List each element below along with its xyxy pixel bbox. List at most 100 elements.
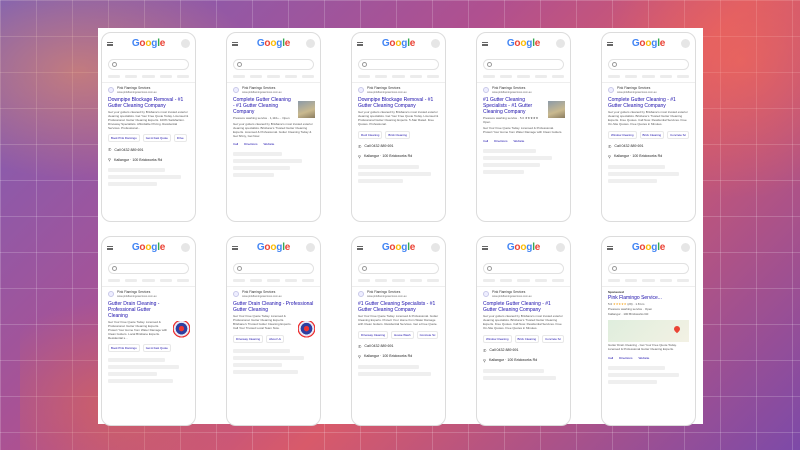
avatar[interactable] xyxy=(306,243,315,252)
ad-source-url[interactable]: www.pinkflamingoservices.com.au xyxy=(367,295,407,298)
ad-source-url[interactable]: www.pinkflamingoservices.com.au xyxy=(492,295,532,298)
local-business-name[interactable]: Pink Flamingo Service... xyxy=(602,294,695,301)
sitelink[interactable]: Driveway Cleaning xyxy=(233,334,264,343)
favicon-icon xyxy=(358,87,364,94)
website-button[interactable]: Website xyxy=(639,356,650,360)
ad-title[interactable]: Gutter Drain Cleaning - Professional Gut… xyxy=(108,301,168,319)
ad-source-url[interactable]: www.pinkflamingoservices.com.au xyxy=(617,91,657,94)
call-extension[interactable]: ✆ Call 0432 889 691 xyxy=(102,147,195,152)
ad-image[interactable] xyxy=(548,101,565,118)
search-input[interactable] xyxy=(483,59,564,70)
search-input[interactable] xyxy=(358,59,439,70)
ad-logo-image[interactable] xyxy=(173,321,190,338)
avatar[interactable] xyxy=(181,39,190,48)
search-input[interactable] xyxy=(108,263,189,274)
sitelink[interactable]: Brick Cleaning xyxy=(514,334,540,343)
sitelink[interactable]: Get A Fast Quote xyxy=(142,344,171,353)
sitelink[interactable]: Concrete Sc xyxy=(542,334,565,343)
ad-description: Get Your Free Quote Today. Licensed & Pr… xyxy=(233,313,292,330)
search-tabs xyxy=(358,279,440,282)
search-input[interactable] xyxy=(608,263,689,274)
directions-button[interactable]: Directions xyxy=(494,139,507,143)
ad-title[interactable]: Downpipe Blockage Removal - #1 Gutter Cl… xyxy=(358,97,439,109)
sitelink[interactable]: About Us xyxy=(266,334,284,343)
avatar[interactable] xyxy=(681,243,690,252)
map-thumbnail[interactable] xyxy=(608,320,689,342)
sponsored-label: Sponsored xyxy=(608,290,624,294)
search-tabs xyxy=(108,75,190,78)
sitelink[interactable]: Window Cleaning xyxy=(483,334,512,343)
website-button[interactable]: Website xyxy=(264,142,275,146)
placeholder-results xyxy=(602,360,695,384)
search-icon xyxy=(112,62,117,67)
avatar[interactable] xyxy=(556,39,565,48)
search-tabs xyxy=(608,279,690,282)
sitelink[interactable]: Window Cleaning xyxy=(608,130,637,139)
ad-source-url[interactable]: www.pinkflamingoservices.com.au xyxy=(117,295,157,298)
search-input[interactable] xyxy=(233,59,314,70)
ad-logo-image[interactable] xyxy=(298,321,315,338)
sitelink[interactable]: Driveway Cleaning xyxy=(358,330,389,339)
search-input[interactable] xyxy=(483,263,564,274)
directions-button[interactable]: Directions xyxy=(244,142,257,146)
favicon-icon xyxy=(233,291,239,298)
ad-source-url[interactable]: www.pinkflamingoservices.com.au xyxy=(492,91,532,94)
placeholder-results xyxy=(102,352,195,384)
ad-result: Pink Flamingo Services www.pinkflamingose… xyxy=(602,83,695,127)
ad-source-url[interactable]: www.pinkflamingoservices.com.au xyxy=(117,91,157,94)
sitelinks: Driveway Cleaning House Wash Concrete Sc xyxy=(352,330,445,339)
ad-description: Gutter Drain Cleaning - Get Your Free Qu… xyxy=(608,343,677,351)
placeholder-results xyxy=(227,146,320,178)
sitelink[interactable]: Get A Fast Quote xyxy=(142,134,171,143)
ad-description: Get your gutters cleaned by Brisbane's m… xyxy=(358,109,439,126)
avatar[interactable] xyxy=(681,39,690,48)
call-extension[interactable]: ✆ Call 0432 889 691 xyxy=(602,144,695,149)
sitelink[interactable]: Concrete Sc xyxy=(416,330,439,339)
ad-image[interactable] xyxy=(298,101,315,118)
favicon-icon xyxy=(483,291,489,298)
avatar[interactable] xyxy=(306,39,315,48)
call-button[interactable]: Call xyxy=(483,139,488,143)
sitelinks: Roof Cleaning Brick Cleaning xyxy=(352,130,445,139)
avatar[interactable] xyxy=(556,243,565,252)
call-button[interactable]: Call xyxy=(233,142,238,146)
sitelink[interactable]: Roof Cleaning xyxy=(358,130,383,139)
ad-title[interactable]: #1 Gutter Cleaning Specialists - #1 Gutt… xyxy=(483,97,543,115)
website-button[interactable]: Website xyxy=(514,139,525,143)
sitelink[interactable]: Book Pink Flamingo xyxy=(108,134,140,143)
avatar[interactable] xyxy=(431,39,440,48)
ad-title[interactable]: Complete Gutter Cleaning - #1 Gutter Cle… xyxy=(608,97,689,109)
ad-source-url[interactable]: www.pinkflamingoservices.com.au xyxy=(242,91,282,94)
placeholder-results xyxy=(477,363,570,380)
favicon-icon xyxy=(358,291,364,298)
sitelink[interactable]: Brick Cleaning xyxy=(385,130,410,139)
search-tabs xyxy=(608,75,690,78)
ad-title[interactable]: #1 Gutter Cleaning Specialists - #1 Gutt… xyxy=(358,301,439,313)
ad-title[interactable]: Complete Gutter Cleaning - #1 Gutter Cle… xyxy=(483,301,564,313)
ad-title[interactable]: Gutter Drain Cleaning - Professional Gut… xyxy=(233,301,314,313)
call-extension[interactable]: ✆ Call 0432 889 691 xyxy=(352,344,445,349)
sitelink[interactable]: Brick Cleaning xyxy=(639,130,665,139)
sitelink[interactable]: Concrete Sc xyxy=(667,130,690,139)
phone-mockup: Google Pink Flamingo Services www.pinkfla… xyxy=(101,236,196,426)
ad-title[interactable]: Downpipe Blockage Removal - #1 Gutter Cl… xyxy=(108,97,189,109)
avatar[interactable] xyxy=(181,243,190,252)
avatar[interactable] xyxy=(431,243,440,252)
directions-button[interactable]: Directions xyxy=(619,356,632,360)
ad-title[interactable]: Complete Gutter Cleaning - #1 Gutter Cle… xyxy=(233,97,293,115)
ad-source-url[interactable]: www.pinkflamingoservices.com.au xyxy=(367,91,407,94)
sitelink[interactable]: Drive xyxy=(173,134,187,143)
search-input[interactable] xyxy=(108,59,189,70)
call-button[interactable]: Call xyxy=(608,356,613,360)
sitelink[interactable]: Book Pink Flamingo xyxy=(108,344,140,353)
search-input[interactable] xyxy=(358,263,439,274)
search-input[interactable] xyxy=(233,263,314,274)
phone-mockup: Google Pink Flamingo Services www.pinkfla… xyxy=(601,32,696,222)
ad-source-url[interactable]: www.pinkflamingoservices.com.au xyxy=(242,295,282,298)
search-tabs xyxy=(358,75,440,78)
call-extension[interactable]: ✆ Call 0432 889 691 xyxy=(352,144,445,149)
call-extension[interactable]: ✆ Call 0432 889 691 xyxy=(477,348,570,353)
search-input[interactable] xyxy=(608,59,689,70)
sitelink[interactable]: House Wash xyxy=(391,330,414,339)
ad-result: Pink Flamingo Services www.pinkflamingose… xyxy=(227,287,320,338)
